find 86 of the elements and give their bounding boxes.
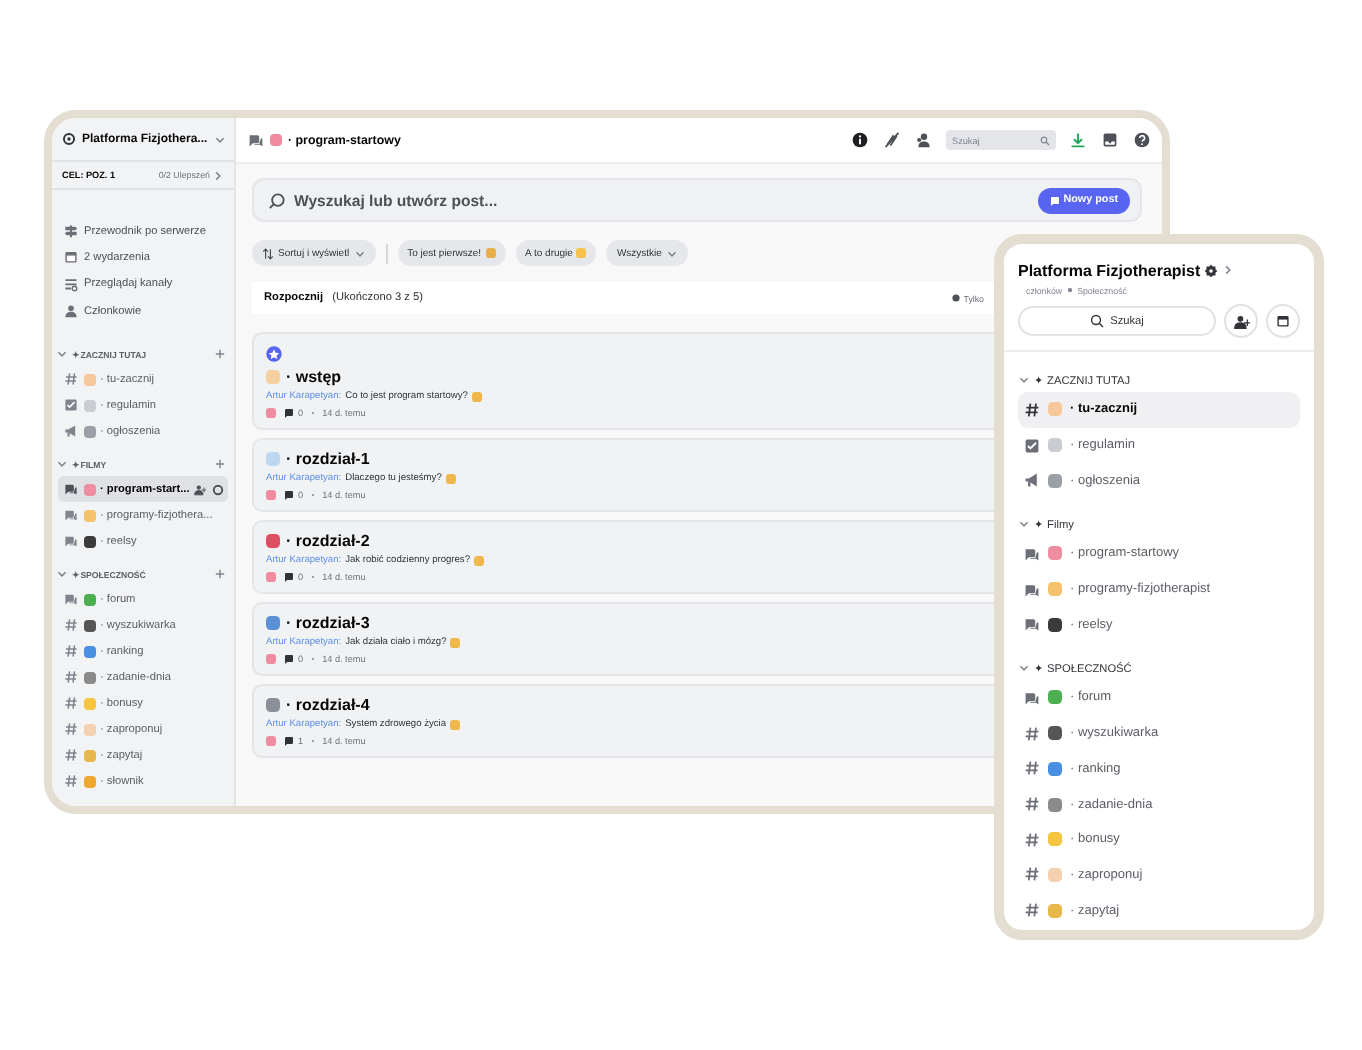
inbox-icon [1102,132,1118,148]
chat-bubble-icon [284,654,294,664]
chat-bubbles-icon [1024,581,1040,598]
hash-icon [64,748,78,763]
chevron-icon [212,169,224,181]
download-icon [1070,132,1086,148]
search-icon [1090,314,1105,328]
chat-bubble-icon [284,736,294,746]
post-title: · wstęp [286,368,342,386]
chevron-icon [56,458,68,471]
megaphone-icon [1024,472,1040,489]
chat-bubbles-icon [64,482,78,497]
chevron-icon [353,247,366,259]
checkbox-icon [1024,437,1040,454]
chevron-icon [56,348,68,361]
add-member-button[interactable] [1224,304,1258,338]
plus-icon [214,348,226,361]
post-title: · rozdział-4 [286,696,370,714]
pinned-icon [266,346,282,362]
hash-icon [1024,401,1040,418]
emoji-icon [471,391,482,401]
server-name[interactable]: Platforma Fizjotherapist [1018,261,1201,279]
chevron-icon [665,247,678,259]
plus-icon [214,568,226,581]
post-title: · rozdział-1 [286,450,370,468]
chat-bubbles-icon [64,534,78,549]
hash-icon [1024,831,1040,848]
chat-bubbles-icon [64,508,78,523]
calendar-icon [64,250,78,265]
chat-bubbles-icon [1024,689,1040,706]
hash-icon [64,372,78,387]
hash-icon [64,644,78,659]
emoji-icon [576,248,587,258]
chevron-icon [1018,662,1030,675]
chevron-icon [1018,374,1030,386]
chat-bubble-icon [1049,195,1060,205]
chat-bubble-icon [284,572,294,582]
hash-icon [1024,725,1040,742]
events-button[interactable] [1266,304,1300,338]
plus-icon [214,458,226,471]
emoji-icon [266,572,276,582]
hash-icon [64,618,78,633]
add-member-icon [194,483,207,496]
post-title: · rozdział-3 [286,614,370,632]
hash-icon [64,696,78,711]
members-icon [64,304,78,319]
help-icon [1134,132,1150,148]
chat-bubble-icon [284,408,294,418]
chevron-icon [213,133,226,145]
sort-icon [262,247,274,259]
chevron-icon [56,568,68,581]
hash-icon [1024,866,1040,883]
chevron-icon [1018,518,1030,531]
badge-icon [1204,263,1219,277]
search-icon [1040,135,1050,145]
emoji-icon [474,555,485,565]
search-icon [268,191,286,209]
slashed-thread-icon [884,132,900,148]
chat-bubbles-icon [1024,545,1040,562]
emoji-icon [266,654,276,664]
calendar-icon [1276,314,1290,328]
chat-bubbles-icon [64,592,78,607]
emoji-icon [450,719,460,729]
hash-icon [1024,902,1040,919]
emoji-icon [445,473,456,483]
members-icon [916,132,932,148]
chevron-icon [1222,264,1235,276]
hash-icon [64,774,78,789]
hash-icon [1024,796,1040,813]
chat-bubbles-icon [1024,616,1040,633]
hash-icon [64,722,78,737]
chat-bubble-icon [284,490,294,500]
post-title: · rozdział-2 [286,532,370,550]
emoji-icon [266,490,276,500]
signpost-icon [64,224,78,239]
emoji-icon [266,736,276,746]
megaphone-icon [64,424,78,439]
chat-bubbles-icon [248,132,264,148]
add-member-icon [1233,313,1249,329]
emoji-icon [485,248,496,258]
list-icon [64,277,78,292]
emoji-icon [266,408,276,418]
hash-icon [1024,760,1040,777]
emoji-icon [450,637,461,647]
hash-icon [64,670,78,685]
checkbox-icon [64,398,78,413]
